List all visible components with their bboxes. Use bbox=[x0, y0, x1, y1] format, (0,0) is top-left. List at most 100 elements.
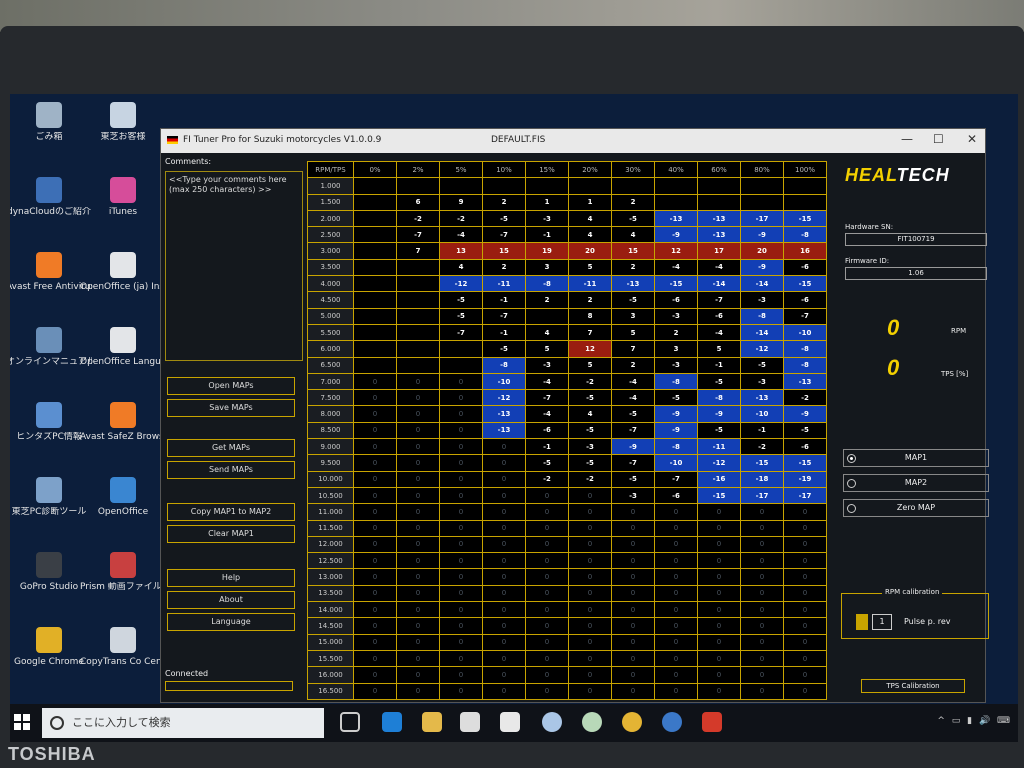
map-cell[interactable]: 0 bbox=[697, 617, 741, 635]
map-cell[interactable]: 0 bbox=[654, 519, 698, 537]
map-cell[interactable]: 0 bbox=[740, 535, 784, 554]
map-cell[interactable]: 0 bbox=[482, 438, 526, 456]
map-cell[interactable]: 4 bbox=[611, 226, 655, 244]
map-cell[interactable]: -6 bbox=[654, 291, 698, 309]
map-cell[interactable]: 0 bbox=[568, 682, 612, 700]
map-cell[interactable]: 0 bbox=[396, 470, 440, 488]
file-explorer-icon[interactable] bbox=[422, 712, 442, 732]
map-cell[interactable]: -3 bbox=[568, 438, 612, 456]
map-cell[interactable]: 0 bbox=[525, 552, 569, 570]
map-cell[interactable]: 0 bbox=[568, 617, 612, 635]
map-cell[interactable] bbox=[396, 356, 440, 374]
map-cell[interactable]: -3 bbox=[740, 291, 784, 309]
map-cell[interactable]: 0 bbox=[611, 649, 655, 668]
map-cell[interactable]: 0 bbox=[740, 682, 784, 700]
map-cell[interactable]: 0 bbox=[396, 633, 440, 651]
map-cell[interactable] bbox=[353, 193, 397, 211]
map-cell[interactable]: 0 bbox=[353, 519, 397, 537]
tps-calibration-button[interactable]: TPS Calibration bbox=[861, 679, 965, 693]
map-cell[interactable]: -6 bbox=[697, 307, 741, 325]
map-cell[interactable]: -9 bbox=[740, 258, 784, 277]
save-maps-button[interactable]: Save MAPs bbox=[167, 399, 295, 417]
map-cell[interactable]: 0 bbox=[439, 389, 483, 407]
map-cell[interactable]: -12 bbox=[740, 340, 784, 358]
map-cell[interactable] bbox=[353, 340, 397, 358]
map-cell[interactable]: -11 bbox=[482, 275, 526, 293]
map-cell[interactable]: -1 bbox=[740, 421, 784, 440]
map-cell[interactable]: -7 bbox=[439, 323, 483, 342]
map-cell[interactable]: 0 bbox=[439, 633, 483, 651]
map-cell[interactable]: -7 bbox=[482, 307, 526, 325]
map-cell[interactable]: 0 bbox=[568, 552, 612, 570]
map-cell[interactable]: 0 bbox=[697, 519, 741, 537]
map-cell[interactable]: 0 bbox=[353, 535, 397, 554]
map-cell[interactable]: 0 bbox=[783, 682, 827, 700]
map-cell[interactable]: 0 bbox=[783, 601, 827, 619]
map-cell[interactable]: -7 bbox=[654, 470, 698, 488]
map-cell[interactable]: 2 bbox=[611, 258, 655, 277]
map-cell[interactable]: 2 bbox=[611, 356, 655, 374]
map-cell[interactable]: -6 bbox=[783, 438, 827, 456]
map-cell[interactable]: 0 bbox=[353, 568, 397, 586]
open-maps-button[interactable]: Open MAPs bbox=[167, 377, 295, 395]
map-cell[interactable]: 0 bbox=[525, 503, 569, 521]
map-cell[interactable]: -8 bbox=[783, 356, 827, 374]
map-cell[interactable] bbox=[353, 226, 397, 244]
map-cell[interactable]: 0 bbox=[396, 503, 440, 521]
map-cell[interactable]: -13 bbox=[482, 405, 526, 423]
map-cell[interactable]: 8 bbox=[568, 307, 612, 325]
map-cell[interactable]: -11 bbox=[697, 438, 741, 456]
map-cell[interactable]: 0 bbox=[654, 568, 698, 586]
pulse-input[interactable]: 1 bbox=[872, 614, 892, 630]
map-cell[interactable]: 0 bbox=[353, 405, 397, 423]
map-cell[interactable]: 0 bbox=[439, 421, 483, 440]
minimize-icon[interactable]: — bbox=[901, 132, 913, 146]
map-cell[interactable] bbox=[482, 177, 526, 195]
map-cell[interactable]: -11 bbox=[568, 275, 612, 293]
map-cell[interactable]: 0 bbox=[740, 601, 784, 619]
map-cell[interactable]: 2 bbox=[654, 323, 698, 342]
map-cell[interactable]: 0 bbox=[439, 682, 483, 700]
map-cell[interactable]: 5 bbox=[568, 356, 612, 374]
map-cell[interactable]: -7 bbox=[611, 421, 655, 440]
map-cell[interactable]: 0 bbox=[396, 601, 440, 619]
map-cell[interactable]: -5 bbox=[697, 372, 741, 391]
map-cell[interactable]: -8 bbox=[525, 275, 569, 293]
map-cell[interactable]: 0 bbox=[654, 584, 698, 603]
map-cell[interactable]: 0 bbox=[697, 568, 741, 586]
map-cell[interactable]: -14 bbox=[740, 323, 784, 342]
map-cell[interactable]: -4 bbox=[439, 226, 483, 244]
map-cell[interactable] bbox=[396, 323, 440, 342]
map-cell[interactable]: 0 bbox=[439, 405, 483, 423]
map-cell[interactable]: 0 bbox=[697, 682, 741, 700]
map-cell[interactable]: 0 bbox=[482, 486, 526, 505]
map-cell[interactable]: 0 bbox=[697, 552, 741, 570]
map-cell[interactable]: 0 bbox=[611, 552, 655, 570]
map-cell[interactable]: 12 bbox=[568, 340, 612, 358]
desktop-icon[interactable]: OpenOffice (ja) Installati bbox=[80, 252, 166, 293]
map-cell[interactable]: 0 bbox=[353, 584, 397, 603]
map-cell[interactable]: 0 bbox=[525, 519, 569, 537]
map-cell[interactable]: -6 bbox=[654, 486, 698, 505]
map-cell[interactable]: -7 bbox=[525, 389, 569, 407]
map-cell[interactable]: -15 bbox=[783, 209, 827, 228]
map-cell[interactable]: -13 bbox=[740, 389, 784, 407]
map-cell[interactable]: -1 bbox=[482, 323, 526, 342]
map-cell[interactable]: 4 bbox=[568, 226, 612, 244]
comments-textarea[interactable]: <<Type your comments here (max 250 chara… bbox=[165, 171, 303, 361]
map-cell[interactable]: 0 bbox=[439, 666, 483, 684]
map-cell[interactable]: 20 bbox=[568, 242, 612, 260]
map-cell[interactable]: 7 bbox=[568, 323, 612, 342]
map-cell[interactable]: 12 bbox=[654, 242, 698, 260]
map-cell[interactable]: -4 bbox=[525, 405, 569, 423]
map-cell[interactable]: 0 bbox=[654, 649, 698, 668]
desktop-icon[interactable]: OpenOffice Language P bbox=[80, 327, 166, 368]
map-cell[interactable]: 0 bbox=[697, 666, 741, 684]
map-cell[interactable]: 2 bbox=[482, 258, 526, 277]
help-button[interactable]: Help bbox=[167, 569, 295, 587]
map-cell[interactable]: -2 bbox=[568, 470, 612, 488]
map-cell[interactable]: 0 bbox=[396, 421, 440, 440]
get-maps-button[interactable]: Get MAPs bbox=[167, 439, 295, 457]
task-view-icon[interactable] bbox=[340, 712, 360, 732]
desktop-icon[interactable]: 東芝お客様 bbox=[80, 102, 166, 143]
